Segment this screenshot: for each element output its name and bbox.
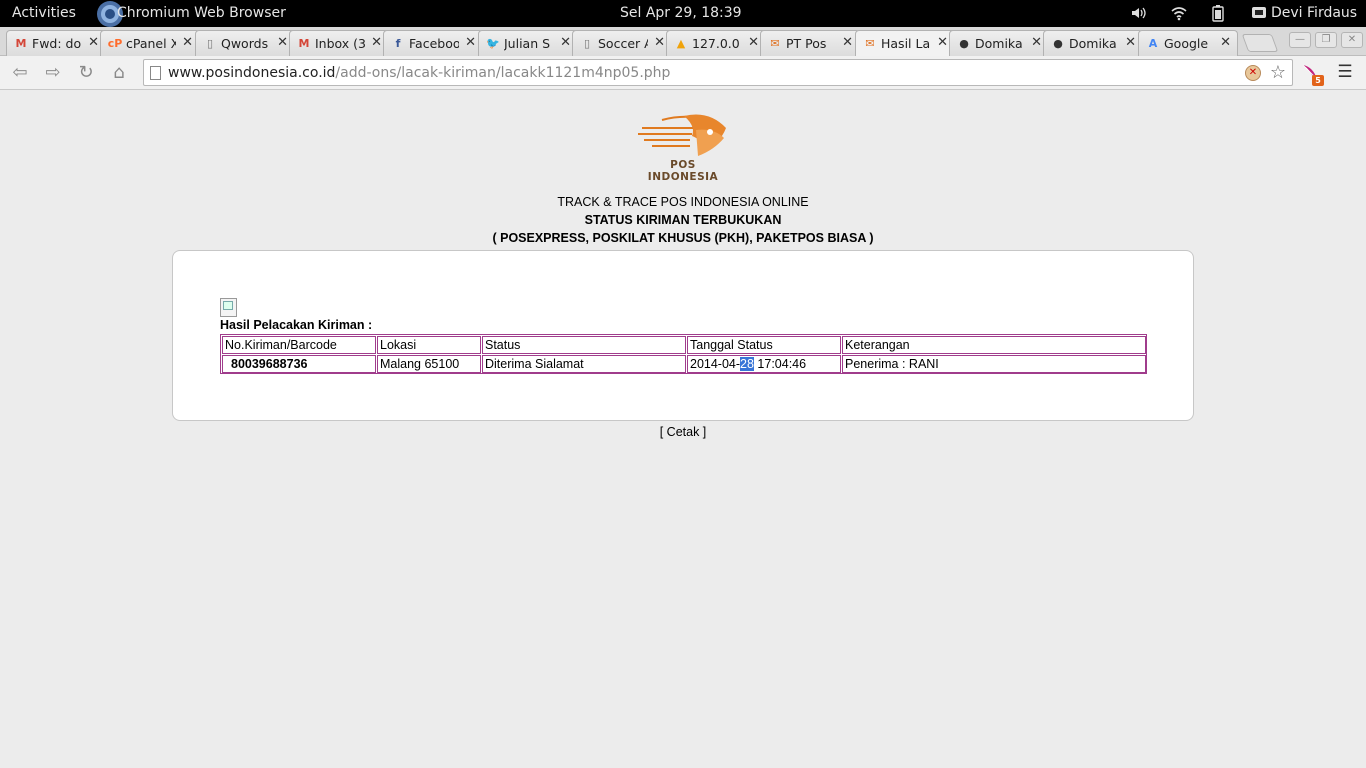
wifi-icon[interactable] — [1171, 5, 1187, 25]
extension-badge: 5 — [1312, 75, 1324, 86]
github-icon: ● — [1053, 37, 1063, 50]
tab-title: Inbox (3 — [315, 36, 365, 51]
minimize-button[interactable]: — — [1289, 32, 1311, 48]
tab-title: Google — [1164, 36, 1209, 51]
tab-7[interactable]: ▯ Soccer A ✕ — [572, 30, 672, 56]
header-barcode: No.Kiriman/Barcode — [222, 336, 376, 354]
system-top-bar: Activities Chromium Web Browser Sel Apr … — [0, 0, 1366, 27]
cell-barcode: 80039688736 — [222, 355, 376, 373]
tab-title: 127.0.0 — [692, 36, 740, 51]
reload-button[interactable]: ↻ — [74, 61, 98, 85]
twitter-icon: 🐦 — [486, 37, 500, 50]
service-types: ( POSEXPRESS, POSKILAT KHUSUS (PKH), PAK… — [492, 231, 874, 245]
tab-close-icon[interactable]: ✕ — [654, 35, 665, 50]
tab-title: Domika — [1069, 36, 1117, 51]
result-label: Hasil Pelacakan Kiriman : — [220, 318, 373, 332]
user-name[interactable]: Devi Firdaus — [1271, 5, 1357, 21]
address-bar[interactable]: www.posindonesia.co.id/add-ons/lacak-kir… — [143, 59, 1293, 86]
document-icon: ▯ — [206, 37, 214, 50]
bookmark-star-icon[interactable]: ☆ — [1270, 62, 1286, 83]
facebook-icon: f — [395, 37, 401, 50]
tab-title: Julian S — [504, 36, 551, 51]
new-tab-button[interactable] — [1241, 34, 1279, 52]
gmail-icon: M — [298, 37, 310, 50]
print-link[interactable]: [ Cetak ] — [0, 425, 1366, 439]
google-translate-icon: A — [1148, 37, 1158, 50]
tab-title: Fwd: do — [32, 36, 82, 51]
tab-title: PT Pos — [786, 36, 827, 51]
volume-icon[interactable] — [1130, 5, 1146, 25]
cell-status: Diterima Sialamat — [482, 355, 686, 373]
tab-close-icon[interactable]: ✕ — [1031, 35, 1042, 50]
tab-1[interactable]: M Fwd: do ✕ — [6, 30, 106, 56]
tab-5[interactable]: f Faceboo ✕ — [383, 30, 483, 56]
tab-11[interactable]: ● Domika ✕ — [949, 30, 1049, 56]
phpmyadmin-icon: ▲ — [676, 37, 686, 50]
close-window-button[interactable]: ✕ — [1341, 32, 1363, 48]
forward-button[interactable]: ⇨ — [41, 61, 65, 85]
tab-4[interactable]: M Inbox (3 ✕ — [289, 30, 389, 56]
page-subtitle: STATUS KIRIMAN TERBUKUKAN — [584, 213, 782, 227]
home-button[interactable]: ⌂ — [107, 61, 131, 85]
tab-close-icon[interactable]: ✕ — [842, 35, 853, 50]
broken-image-icon — [220, 298, 237, 317]
pos-logo-icon: ✉ — [770, 37, 780, 50]
cell-tanggal: 2014-04-28 17:04:46 — [687, 355, 841, 373]
github-icon: ● — [959, 37, 969, 50]
header-keterangan: Keterangan — [842, 336, 1146, 354]
tab-close-icon[interactable]: ✕ — [465, 35, 476, 50]
tab-close-icon[interactable]: ✕ — [1220, 35, 1231, 50]
clock[interactable]: Sel Apr 29, 18:39 — [620, 5, 742, 21]
tab-10[interactable]: ✉ Hasil La ✕ — [855, 30, 955, 56]
cpanel-icon: cP — [107, 37, 123, 50]
pos-logo-icon: ✉ — [865, 37, 875, 50]
header-lokasi: Lokasi — [377, 336, 481, 354]
gmail-icon: M — [15, 37, 27, 50]
cell-keterangan: Penerima : RANI — [842, 355, 1146, 373]
maximize-button[interactable]: ❐ — [1315, 32, 1337, 48]
tab-title: Qwords — [221, 36, 269, 51]
tab-close-icon[interactable]: ✕ — [88, 35, 99, 50]
page-info-icon[interactable] — [150, 66, 161, 80]
header-status: Status — [482, 336, 686, 354]
page-title: TRACK & TRACE POS INDONESIA ONLINE — [557, 195, 809, 209]
back-button[interactable]: ⇦ — [8, 61, 32, 85]
tab-title: Faceboo — [409, 36, 459, 51]
activities-button[interactable]: Activities — [12, 5, 76, 21]
document-icon: ▯ — [583, 37, 591, 50]
battery-icon[interactable] — [1212, 5, 1224, 26]
tab-strip: M Fwd: do ✕ cP cPanel X ✕ ▯ Qwords ✕ M Inbox (3 ✕ f F… — [0, 27, 1366, 56]
tab-close-icon[interactable]: ✕ — [277, 35, 288, 50]
app-menu[interactable]: Chromium Web Browser — [117, 5, 286, 21]
browser-toolbar: ⇦ ⇨ ↻ ⌂ www.posindonesia.co.id/add-ons/l… — [0, 56, 1366, 90]
tab-9[interactable]: ✉ PT Pos ✕ — [760, 30, 860, 56]
url-text[interactable]: www.posindonesia.co.id/add-ons/lacak-kir… — [168, 65, 670, 81]
chrome-menu-icon[interactable]: ☰ — [1335, 62, 1355, 82]
tab-close-icon[interactable]: ✕ — [937, 35, 948, 50]
tab-3[interactable]: ▯ Qwords ✕ — [195, 30, 295, 56]
tracking-table: No.Kiriman/Barcode Lokasi Status Tanggal… — [220, 334, 1147, 374]
tab-title: Domika — [975, 36, 1023, 51]
user-menu-icon[interactable] — [1251, 5, 1267, 25]
tab-8[interactable]: ▲ 127.0.0 ✕ — [666, 30, 766, 56]
tab-title: Hasil La — [881, 36, 931, 51]
tab-6[interactable]: 🐦 Julian S ✕ — [478, 30, 578, 56]
tab-title: cPanel X — [126, 36, 176, 51]
tab-close-icon[interactable]: ✕ — [560, 35, 571, 50]
tab-12[interactable]: ● Domika ✕ — [1043, 30, 1143, 56]
tab-close-icon[interactable]: ✕ — [748, 35, 759, 50]
header-tanggal: Tanggal Status — [687, 336, 841, 354]
blocked-content-icon[interactable]: ✕ — [1245, 65, 1261, 81]
pos-indonesia-logo: POS INDONESIA — [634, 110, 732, 183]
tab-13[interactable]: A Google ✕ — [1138, 30, 1238, 56]
text-selection: 28 — [740, 357, 754, 371]
tab-2[interactable]: cP cPanel X ✕ — [100, 30, 200, 56]
tab-close-icon[interactable]: ✕ — [182, 35, 193, 50]
cell-lokasi: Malang 65100 — [377, 355, 481, 373]
page-content: POS INDONESIA TRACK & TRACE POS INDONESI… — [0, 91, 1366, 768]
tab-close-icon[interactable]: ✕ — [371, 35, 382, 50]
tab-title: Soccer A — [598, 36, 648, 51]
tab-close-icon[interactable]: ✕ — [1125, 35, 1136, 50]
result-panel: Hasil Pelacakan Kiriman : No.Kiriman/Bar… — [172, 250, 1194, 421]
